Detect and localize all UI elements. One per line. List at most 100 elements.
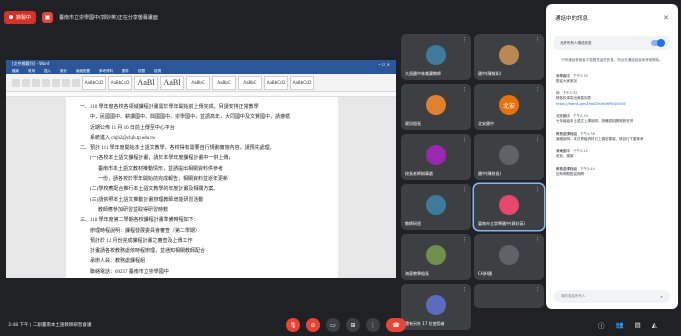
- participant-tile[interactable]: ⋮ CHJH國: [474, 234, 544, 280]
- participant-tile[interactable]: ⋮ 資訊組長: [401, 84, 471, 130]
- message-sender: 你: [556, 91, 560, 95]
- participant-name: 北安國中: [478, 121, 494, 126]
- activities-icon[interactable]: ◭: [652, 321, 657, 329]
- side-controls: ⓘ 👥 ▤ ◭: [598, 320, 657, 330]
- menu-design[interactable]: 設計: [60, 69, 67, 74]
- doc-line: 三、110 學年度第二學期各校課程計畫準備時程如下：: [80, 218, 199, 224]
- style-heading2[interactable]: AaBl: [160, 75, 184, 90]
- message-text: 七年級組本土語文上課說明，請確認相關時數安排: [556, 119, 633, 123]
- underline-icon[interactable]: [52, 78, 60, 87]
- style-no-spacing[interactable]: AaBbCcD: [108, 75, 132, 90]
- participant-tile[interactable]: ⋮: [474, 284, 544, 308]
- participant-name: 教師研習: [405, 221, 421, 226]
- tile-menu-icon[interactable]: ⋮: [462, 137, 467, 143]
- list-icon[interactable]: [72, 78, 80, 87]
- word-window-title: [文件標題列] - Word: [12, 61, 50, 66]
- menu-review[interactable]: 校閱: [138, 69, 145, 74]
- doc-line: 一份，請各校於學年開始前完成報告，相關資料並逐年更新: [98, 177, 229, 183]
- tile-menu-icon[interactable]: ⋮: [535, 137, 540, 143]
- close-icon[interactable]: ✕: [663, 14, 669, 22]
- bold-icon[interactable]: [32, 78, 40, 87]
- chat-message: 教務處課程組 下午2:38 謝謝說明。本日會議資料已上傳至雲端，請自行下載參考: [556, 132, 668, 143]
- chat-input[interactable]: 傳訊息給所有人 ➤: [554, 290, 670, 303]
- captions-icon[interactable]: ▭: [326, 318, 340, 332]
- chat-message: 你下午2:32 請各校填寫出席簽到表 https://forms.gle/ZMdCE…: [556, 91, 668, 107]
- menu-home[interactable]: 常用: [28, 69, 35, 74]
- chat-message: 北安國中 下午2:34 七年級組本土語文上課說明，請確認相關時數安排: [556, 114, 668, 125]
- participant-tile[interactable]: ⋮ 教師研習: [401, 184, 471, 230]
- style-normal[interactable]: AaBbCcD: [82, 75, 106, 90]
- end-call-icon[interactable]: ☎: [386, 318, 406, 332]
- info-icon[interactable]: ⓘ: [598, 320, 605, 330]
- doc-line: 辦理時程說明：課程發展委員會審查（第二學期）: [90, 228, 201, 234]
- message-text: 歡迎大家參加: [556, 78, 577, 83]
- more-options-icon[interactable]: ⋮: [366, 318, 380, 332]
- message-time: 下午2:42: [573, 149, 588, 153]
- avatar: [426, 195, 446, 216]
- tile-menu-icon[interactable]: ⋮: [535, 187, 540, 193]
- participant-tile[interactable]: ⋮ 校長老師辦事處: [401, 134, 471, 180]
- participant-tile[interactable]: ⋮ 大昌國中林美蘭教師: [401, 34, 471, 80]
- menu-references[interactable]: 參考資料: [99, 69, 113, 74]
- doc-line: 預計於 12 月份完成課程計畫之審查及上傳工作: [90, 238, 193, 244]
- style-strong[interactable]: AaBbCcD: [264, 75, 288, 90]
- toggle-switch-icon[interactable]: [651, 39, 665, 47]
- doc-line: (一)各校本土語文課程計畫，請於本學年度課程計畫中一併上傳，: [90, 156, 234, 162]
- present-icon[interactable]: ⊞: [346, 318, 360, 332]
- word-title-bar: [文件標題列] - Word ─ ☐ ✕: [6, 60, 396, 68]
- window-controls-icon[interactable]: ─ ☐ ✕: [378, 62, 390, 67]
- paste-icon[interactable]: [12, 78, 20, 87]
- people-icon[interactable]: 👥: [616, 321, 624, 329]
- menu-view[interactable]: 檢視: [154, 69, 161, 74]
- style-quote[interactable]: AaBbCcD: [290, 75, 314, 90]
- document-page[interactable]: 一、110 學年度各校各領域課程計畫需於學年開始前上傳完成，另請安排正常教學 中…: [66, 97, 338, 278]
- menu-insert[interactable]: 插入: [44, 69, 51, 74]
- document-area: 一、110 學年度各校各領域課程計畫需於學年開始前上傳完成，另請安排正常教學 中…: [6, 97, 396, 278]
- participant-tile[interactable]: ⋮ 國中(陳校長): [474, 134, 544, 180]
- italic-icon[interactable]: [42, 78, 50, 87]
- recording-label: 錄製中: [16, 14, 32, 21]
- tile-menu-icon[interactable]: ⋮: [462, 187, 467, 193]
- avatar: [499, 285, 519, 306]
- message-sender: 北安國中: [556, 114, 570, 118]
- tile-menu-icon[interactable]: ⋮: [462, 237, 467, 243]
- menu-layout[interactable]: 版面配置: [76, 69, 90, 74]
- tile-menu-icon[interactable]: ⋮: [535, 37, 540, 43]
- style-title[interactable]: AaBbC: [186, 75, 210, 90]
- tile-menu-icon[interactable]: ⋮: [462, 87, 467, 93]
- tile-menu-icon[interactable]: ⋮: [535, 87, 540, 93]
- mic-off-icon[interactable]: 🎙: [286, 318, 300, 332]
- message-link[interactable]: https://forms.gle/ZMdCEKhfrWPbQ00O6: [556, 102, 668, 108]
- font-icon[interactable]: [22, 78, 30, 87]
- tile-menu-icon[interactable]: ⋮: [535, 287, 540, 293]
- menu-file[interactable]: 檔案: [12, 69, 19, 74]
- chat-message: 海東國中 下午2:42 收到，謝謝: [556, 149, 668, 160]
- style-subtitle[interactable]: AaBbC: [212, 75, 236, 90]
- avatar: [426, 95, 446, 116]
- avatar: [499, 195, 519, 216]
- tile-menu-icon[interactable]: ⋮: [462, 287, 467, 293]
- doc-line: 計畫請各校教務處依時程辦理，並通知相關教師配合: [90, 249, 206, 255]
- participant-tile[interactable]: ⋮ 海東教學組長: [401, 234, 471, 280]
- tile-menu-icon[interactable]: ⋮: [535, 237, 540, 243]
- chat-icon[interactable]: ▤: [635, 321, 641, 329]
- doc-line: 教師應參加研習並取得研習時數: [98, 207, 169, 213]
- participant-tile[interactable]: ⋮ 國中(陳郁如): [474, 34, 544, 80]
- meeting-time: 3:48 下午: [8, 323, 29, 328]
- meet-window: { "topbar":{"rec_label":"錄製中","presenter…: [0, 0, 681, 336]
- avatar: [426, 245, 446, 266]
- participant-tile[interactable]: ⋮ 北安 北安國中: [474, 84, 544, 130]
- menu-mailings[interactable]: 郵件: [122, 69, 129, 74]
- send-icon[interactable]: ➤: [660, 295, 663, 299]
- participant-name: 大昌國中林美蘭教師: [405, 71, 441, 76]
- align-icon[interactable]: [62, 78, 70, 87]
- record-dot-icon: [9, 15, 13, 19]
- participant-name: 校長老師辦事處: [405, 171, 433, 176]
- style-emphasis[interactable]: AaBbC: [238, 75, 262, 90]
- avatar: [499, 145, 519, 166]
- style-heading1[interactable]: AaBl: [134, 75, 158, 90]
- allow-messages-toggle[interactable]: 允許所有人傳送訊息: [554, 36, 670, 50]
- participant-tile[interactable]: ⋮ 臺南市立崇學國中(郭妙英): [474, 184, 544, 230]
- tile-menu-icon[interactable]: ⋮: [462, 37, 467, 43]
- camera-off-icon[interactable]: ⊘: [306, 318, 320, 332]
